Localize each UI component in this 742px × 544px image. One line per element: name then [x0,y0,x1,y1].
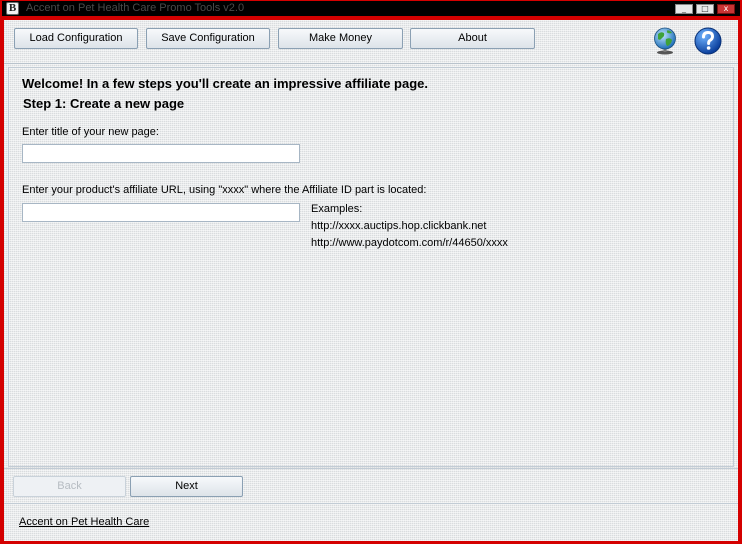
title-bar[interactable]: B Accent on Pet Health Care Promo Tools … [2,1,740,16]
back-button[interactable]: Back [13,476,126,497]
globe-icon[interactable] [650,26,680,56]
save-configuration-button[interactable]: Save Configuration [146,28,270,49]
navigation-bar: Back Next [4,468,738,504]
toolbar: Load Configuration Save Configuration Ma… [4,20,738,64]
page-title-label: Enter title of your new page: [22,126,159,138]
close-button[interactable]: x [717,4,735,14]
window-title: Accent on Pet Health Care Promo Tools v2… [26,2,245,14]
step-heading: Step 1: Create a new page [23,96,185,111]
app-icon[interactable]: B [6,2,19,15]
examples-heading: Examples: [311,203,363,215]
next-button[interactable]: Next [130,476,243,497]
help-icon[interactable] [693,26,723,56]
url-examples: Examples: http://xxxx.auctips.hop.clickb… [311,201,508,252]
make-money-button[interactable]: Make Money [278,28,403,49]
load-configuration-button[interactable]: Load Configuration [14,28,138,49]
affiliate-url-label: Enter your product's affiliate URL, usin… [22,184,427,196]
client-area: Load Configuration Save Configuration Ma… [4,20,738,541]
wizard-page: Welcome! In a few steps you'll create an… [8,67,734,467]
affiliate-url-input[interactable] [22,203,300,222]
example-url: http://xxxx.auctips.hop.clickbank.net [311,220,487,232]
footer-link[interactable]: Accent on Pet Health Care [19,516,149,528]
minimize-button[interactable]: _ [675,4,693,14]
example-url: http://www.paydotcom.com/r/44650/xxxx [311,237,508,249]
app-window: B Accent on Pet Health Care Promo Tools … [0,0,742,544]
welcome-heading: Welcome! In a few steps you'll create an… [22,76,429,91]
about-button[interactable]: About [410,28,535,49]
page-title-input[interactable] [22,144,300,163]
maximize-button[interactable]: □ [696,4,714,14]
